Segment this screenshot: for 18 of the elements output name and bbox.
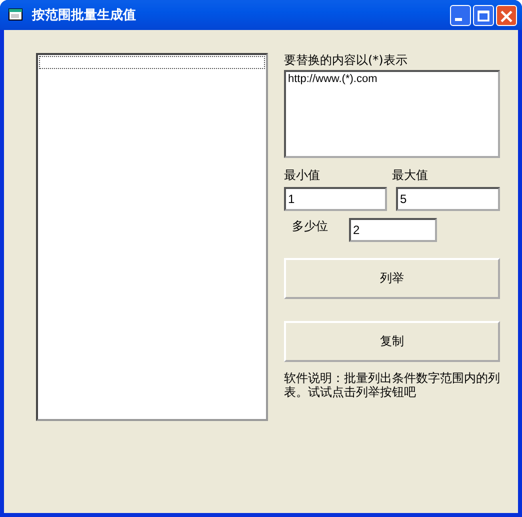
minimize-icon (455, 18, 462, 20)
action-button[interactable]: 列举 (284, 258, 500, 299)
digits-field[interactable]: 2 (349, 218, 437, 242)
content-field[interactable]: http://www.(*).com (284, 70, 500, 158)
minimize-button[interactable] (450, 4, 471, 26)
max-label: 最大值 (392, 168, 429, 182)
list-box[interactable] (36, 53, 268, 421)
max-field[interactable]: 5 (396, 187, 500, 211)
content-label: 要替换的内容以(*)表示 (284, 53, 408, 67)
action-button[interactable]: 复制 (284, 321, 500, 362)
app-icon (8, 8, 24, 22)
maximize-button[interactable] (473, 4, 494, 26)
min-label: 最小值 (284, 168, 321, 182)
min-field[interactable]: 1 (284, 187, 387, 211)
digits-label: 多少位 (292, 219, 328, 233)
description-text: 软件说明：批量列出条件数字范围内的列表。试试点击列举按钮吧 (284, 371, 500, 399)
window-title: 按范围批量生成值 (32, 7, 137, 24)
close-button[interactable] (496, 4, 517, 26)
